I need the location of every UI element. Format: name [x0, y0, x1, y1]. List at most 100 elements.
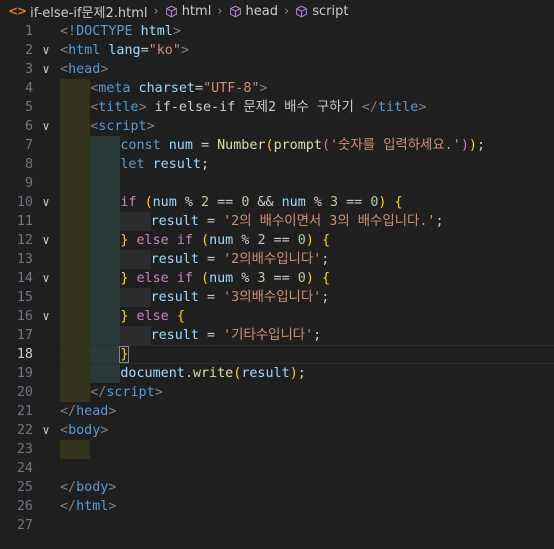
code-token: html	[68, 43, 101, 58]
code-line[interactable]: 5 <title> if-else-if 문제2 배수 구하기 </title>	[0, 98, 554, 117]
code-line[interactable]: 12 ∨ } else if (num % 2 == 0) {	[0, 231, 554, 250]
indent-guide	[60, 307, 91, 326]
code-line[interactable]: 2 ∨ <html lang="ko">	[0, 41, 554, 60]
line-number: 4	[24, 81, 33, 96]
code-line[interactable]: 10 ∨ if (num % 2 == 0 && num % 3 == 0) {	[0, 193, 554, 212]
line-number: 23	[16, 442, 33, 457]
code-token: '기타수입니다'	[223, 328, 314, 343]
code-token: ;	[435, 214, 444, 229]
code-token: =	[140, 43, 149, 58]
code-editor[interactable]: 1 <!DOCTYPE html> 2 ∨ <html lang="ko"> 3 ∨ <hea…	[0, 22, 554, 535]
code-token: {	[394, 195, 403, 210]
fold-chevron-icon[interactable]: ∨	[39, 193, 53, 212]
code-token: result	[150, 328, 199, 343]
code-token: )	[305, 271, 314, 286]
breadcrumb-file[interactable]: <> if-else-if문제2.html	[8, 2, 147, 21]
code-line[interactable]: 17 result = '기타수입니다';	[0, 326, 554, 345]
code-token: result	[150, 252, 199, 267]
code-line[interactable]: 22 ∨ <body>	[0, 421, 554, 440]
code-token: >	[108, 499, 117, 514]
code-line[interactable]: 19 document.write(result);	[0, 364, 554, 383]
code-token: >	[138, 100, 147, 115]
code-token: charset	[130, 81, 195, 96]
code-line[interactable]: 23	[0, 440, 554, 459]
code-line[interactable]: 24	[0, 459, 554, 478]
code-line[interactable]: 13 result = '2의배수입니다';	[0, 250, 554, 269]
code-token: title	[377, 100, 419, 115]
code-line[interactable]: 18}	[0, 345, 554, 364]
fold-chevron-icon[interactable]: ∨	[39, 41, 53, 60]
fold-chevron-icon[interactable]: ∨	[39, 307, 53, 326]
code-token: Number	[217, 138, 266, 153]
code-token: 3	[330, 195, 339, 210]
breadcrumb-item-script[interactable]: script	[295, 4, 348, 19]
code-line[interactable]: 1 <!DOCTYPE html>	[0, 22, 554, 41]
code-token: =	[198, 252, 224, 267]
code-token: %	[233, 233, 258, 248]
breadcrumb-item-head[interactable]: head	[229, 4, 278, 19]
code-token: <	[60, 43, 69, 58]
code-line[interactable]: 6 ∨ <script>	[0, 117, 554, 136]
code-token: 2	[201, 195, 210, 210]
indent-guide	[60, 79, 91, 98]
code-line[interactable]: 7 const num = Number(prompt('숫자를 입력하세요.')…	[0, 136, 554, 155]
fold-chevron-icon[interactable]: ∨	[39, 269, 53, 288]
indent-guide	[120, 326, 151, 345]
code-line[interactable]: 11 result = '2의 배수이면서 3의 배수입니다.';	[0, 212, 554, 231]
fold-chevron-icon[interactable]: ∨	[39, 117, 53, 136]
fold-chevron-icon[interactable]: ∨	[39, 60, 53, 79]
code-line[interactable]: 27	[0, 516, 554, 535]
indent-guide	[60, 364, 91, 383]
code-line[interactable]: 25 </body>	[0, 478, 554, 497]
line-number: 7	[24, 138, 33, 153]
line-number: 18	[16, 347, 33, 362]
line-number: 8	[24, 157, 33, 172]
code-text: } else if (num % 2 == 0) {	[60, 231, 330, 250]
line-number: 24	[16, 461, 33, 476]
breadcrumb-item-html[interactable]: html	[165, 4, 211, 19]
indent-guide	[60, 98, 91, 117]
code-token: }	[119, 346, 130, 363]
code-line[interactable]: 14 ∨} else if (num % 3 == 0) {	[0, 269, 554, 288]
indent-guide	[60, 117, 91, 136]
indent-guide	[120, 250, 151, 269]
indent-guide	[60, 231, 91, 250]
indent-guide	[60, 383, 91, 402]
code-text	[60, 440, 91, 459]
code-text: const num = Number(prompt('숫자를 입력하세요.'))…	[60, 136, 485, 155]
code-token: '2의배수입니다'	[223, 252, 322, 267]
code-text: } else if (num % 3 == 0) {	[60, 269, 330, 288]
code-token: '숫자를 입력하세요.'	[330, 138, 461, 153]
code-line[interactable]: 8 let result;	[0, 155, 554, 174]
code-token: =	[195, 81, 204, 96]
code-token: num	[152, 195, 177, 210]
code-text	[60, 174, 121, 193]
code-token: ==	[265, 271, 298, 286]
line-number: 10	[16, 195, 33, 210]
code-line[interactable]: 26 </html>	[0, 497, 554, 516]
code-line[interactable]: 15 result = '3의배수입니다';	[0, 288, 554, 307]
code-token: >	[146, 119, 155, 134]
code-token: ;	[201, 157, 210, 172]
code-line[interactable]: 4 <meta charset="UTF-8">	[0, 79, 554, 98]
chevron-right-icon: ›	[283, 3, 290, 19]
code-token: lang	[100, 43, 141, 58]
code-token: )	[289, 366, 298, 381]
code-line[interactable]: 20 </script>	[0, 383, 554, 402]
code-line[interactable]: 16 ∨} else {	[0, 307, 554, 326]
code-line[interactable]: 3 ∨ <head>	[0, 60, 554, 79]
line-number: 20	[16, 385, 33, 400]
fold-chevron-icon[interactable]: ∨	[39, 421, 53, 440]
breadcrumb-file-label: if-else-if문제2.html	[30, 5, 148, 21]
line-number: 12	[16, 233, 33, 248]
code-token: result	[150, 290, 199, 305]
fold-chevron-icon[interactable]: ∨	[39, 231, 53, 250]
code-line[interactable]: 21 </head>	[0, 402, 554, 421]
indent-guide	[60, 193, 91, 212]
code-line[interactable]: 9	[0, 174, 554, 193]
code-token: {	[176, 309, 185, 324]
